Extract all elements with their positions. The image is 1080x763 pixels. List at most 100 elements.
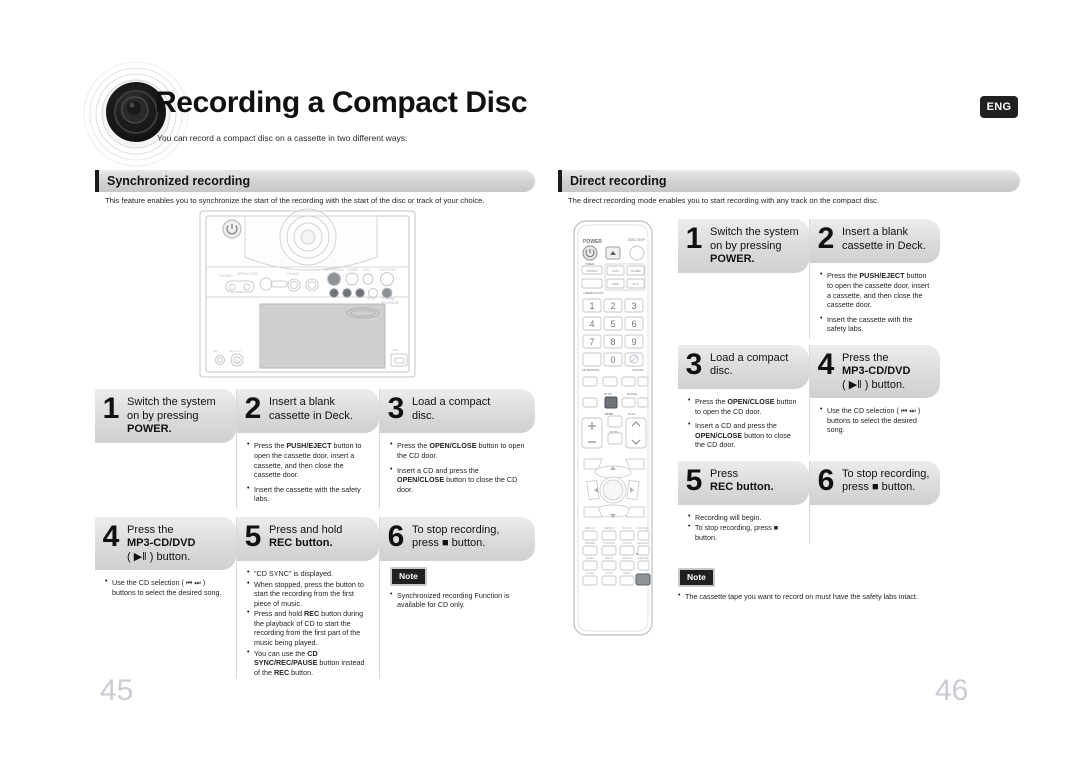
left-steps-row-2: 4 Press the MP3-CD/DVD ( ▶‖ ) button. Us… [95, 516, 535, 679]
svg-text:TIMER/CLOCK: TIMER/CLOCK [583, 291, 604, 295]
step-header: 3 Load a compact disc. [380, 389, 535, 434]
step-line-1: To stop recording, [412, 523, 500, 536]
bullet-item: "CD SYNC" is displayed. [247, 568, 369, 579]
svg-text:VIDEO: VIDEO [623, 571, 631, 575]
left-steps-row-1: 1 Switch the system on by pressing POWER… [95, 389, 535, 509]
step-bullets: Recording will begin. To stop recording,… [678, 505, 809, 543]
step-card-5: 5 Press and hold REC button. "CD SYNC" i… [236, 516, 379, 679]
svg-text:TUNING: TUNING [287, 272, 300, 276]
bullet-item: To stop recording, press ■ button. [688, 522, 799, 542]
svg-text:SLOW: SLOW [586, 571, 594, 575]
step-bullets: Press the PUSH/EJECT button to open the … [237, 433, 379, 503]
note-item: Synchronized recording Function is avail… [390, 590, 525, 610]
svg-text:ON/OFF: ON/OFF [586, 269, 597, 273]
step-bullets [810, 505, 940, 513]
step-bullets: Press the OPEN/CLOSE button to open the … [380, 433, 535, 494]
svg-text:OPEN/CLOSE: OPEN/CLOSE [237, 272, 258, 276]
step-card-2: 2 Insert a blank cassette in Deck. Press… [809, 219, 940, 339]
section-heading-direct: Direct recording [558, 170, 1020, 192]
step-header: 1 Switch the system on by pressing POWER… [95, 389, 236, 443]
section-description: This feature enables you to synchronize … [105, 196, 485, 205]
bullet-item: Press the OPEN/CLOSE button to open the … [688, 396, 799, 416]
step-line-1: Press [710, 467, 739, 480]
svg-text:STOP: STOP [605, 412, 613, 416]
step-header: 5 Press REC button. [678, 460, 809, 505]
step-line-1: Press the [842, 351, 889, 364]
step-line-2: press ■ button. [842, 481, 916, 494]
step-number: 2 [817, 222, 835, 256]
svg-text:TUNER: TUNER [347, 268, 359, 272]
page-number-right: 46 [935, 674, 969, 707]
step-bullets [95, 443, 236, 451]
step-card-2: 2 Insert a blank cassette in Deck. Press… [236, 389, 379, 509]
svg-text:DVD: DVD [612, 269, 619, 273]
step-line-2: cassette in Deck. [269, 409, 353, 422]
svg-text:8: 8 [610, 337, 615, 347]
step-header: 6 To stop recording, press ■ button. [810, 460, 940, 505]
step-number: 3 [685, 347, 703, 381]
svg-text:POWER: POWER [583, 239, 602, 245]
step-line-2: disc. [710, 365, 733, 378]
step-line-1: Switch the system [127, 396, 216, 409]
step-bullets [678, 273, 809, 281]
step-line-3: POWER. [127, 423, 172, 436]
right-steps-row-1: 1 Switch the system on by pressing POWER… [678, 219, 1020, 339]
step-line-2: MP3-CD/DVD [842, 365, 911, 378]
svg-text:AUX: AUX [632, 282, 638, 286]
step-header: 1 Switch the system on by pressing POWER… [678, 219, 809, 273]
step-instruction: Switch the system on by pressing POWER. [127, 394, 216, 436]
step-card-1: 1 Switch the system on by pressing POWER… [678, 219, 809, 338]
step-header: 4 Press the MP3-CD/DVD ( ▶‖ ) button. [95, 516, 236, 571]
note-badge: Note [390, 566, 427, 586]
svg-text:P.EFFECT: P.EFFECT [637, 541, 650, 545]
svg-text:P.BASS: P.BASS [622, 541, 631, 545]
step-line-1: Press the [127, 523, 174, 536]
bullet-item: When stopped, press the button to start … [247, 579, 369, 609]
step-line-2: on by pressing [710, 239, 782, 252]
note-item: The cassette tape you want to record on … [678, 591, 1010, 601]
section-heading-synchronized: Synchronized recording [95, 170, 535, 192]
svg-text:SHUFFLE: SHUFFLE [637, 526, 649, 530]
page-header: Recording a Compact Disc You can record … [0, 0, 1080, 170]
step-instruction: Press and hold REC button. [269, 522, 342, 551]
bullet-item: Insert the cassette with the safety labs… [820, 314, 930, 334]
bullet-item: Recording will begin. [688, 512, 799, 523]
step-line-1: To stop recording, [842, 467, 930, 480]
step-number: 1 [102, 392, 120, 426]
step-line-2: on by pressing [127, 409, 199, 422]
hifi-system-image: PHONES OPEN/CLOSE TUNING MP3-CD/DVD TUNE… [95, 205, 535, 385]
svg-text:TAPE: TAPE [612, 282, 620, 286]
svg-text:MP3-CD/DVD: MP3-CD/DVD [324, 268, 345, 272]
svg-text:PLAY: PLAY [628, 412, 635, 416]
step-card-5: 5 Press REC button. Recording will begin… [678, 460, 809, 544]
step-line-3: ( ▶‖ ) button. [127, 550, 191, 563]
step-line-3: ( ▶‖ ) button. [842, 378, 906, 391]
svg-text:MIC VOL: MIC VOL [229, 349, 242, 353]
step-instruction: Load a compact disc. [412, 394, 490, 423]
step-card-3: 3 Load a compact disc. Press the OPEN/CL… [379, 389, 535, 509]
bullet-item: Insert the cassette with the safety labs… [247, 484, 369, 504]
step-line-3: POWER. [710, 253, 755, 266]
step-line-2: REC button. [710, 481, 774, 494]
step-header: 2 Insert a blank cassette in Deck. [810, 219, 940, 264]
bullet-item: Use the CD selection ( ⏮ ⏭ ) buttons to … [105, 577, 226, 597]
svg-text:0: 0 [610, 355, 615, 365]
step-instruction: Press the MP3-CD/DVD ( ▶‖ ) button. [842, 350, 910, 392]
step-header: 2 Insert a blank cassette in Deck. [237, 389, 379, 434]
step-line-1: Press and hold [269, 523, 343, 536]
bullet-item: You can use the CD SYNC/REC/PAUSE button… [247, 648, 369, 678]
step-card-4: 4 Press the MP3-CD/DVD ( ▶‖ ) button. Us… [95, 516, 236, 678]
step-bullets: Press the OPEN/CLOSE button to open the … [678, 389, 809, 450]
step-line-2: disc. [412, 409, 435, 422]
page-subtitle: You can record a compact disc on a casse… [157, 133, 408, 143]
bullet-item: Insert a CD and press the OPEN/CLOSE but… [390, 465, 525, 495]
svg-text:NIGHT: NIGHT [605, 556, 613, 560]
svg-text:CANCEL: CANCEL [632, 368, 645, 372]
step-card-1: 1 Switch the system on by pressing POWER… [95, 389, 236, 508]
svg-text:9: 9 [631, 337, 636, 347]
step-line-2: press ■ button. [412, 537, 486, 550]
page-number-left: 45 [100, 674, 134, 707]
svg-text:DISC SKIP: DISC SKIP [628, 238, 646, 242]
svg-text:FUNCTION: FUNCTION [379, 268, 396, 272]
step-line-1: Switch the system [710, 226, 799, 239]
